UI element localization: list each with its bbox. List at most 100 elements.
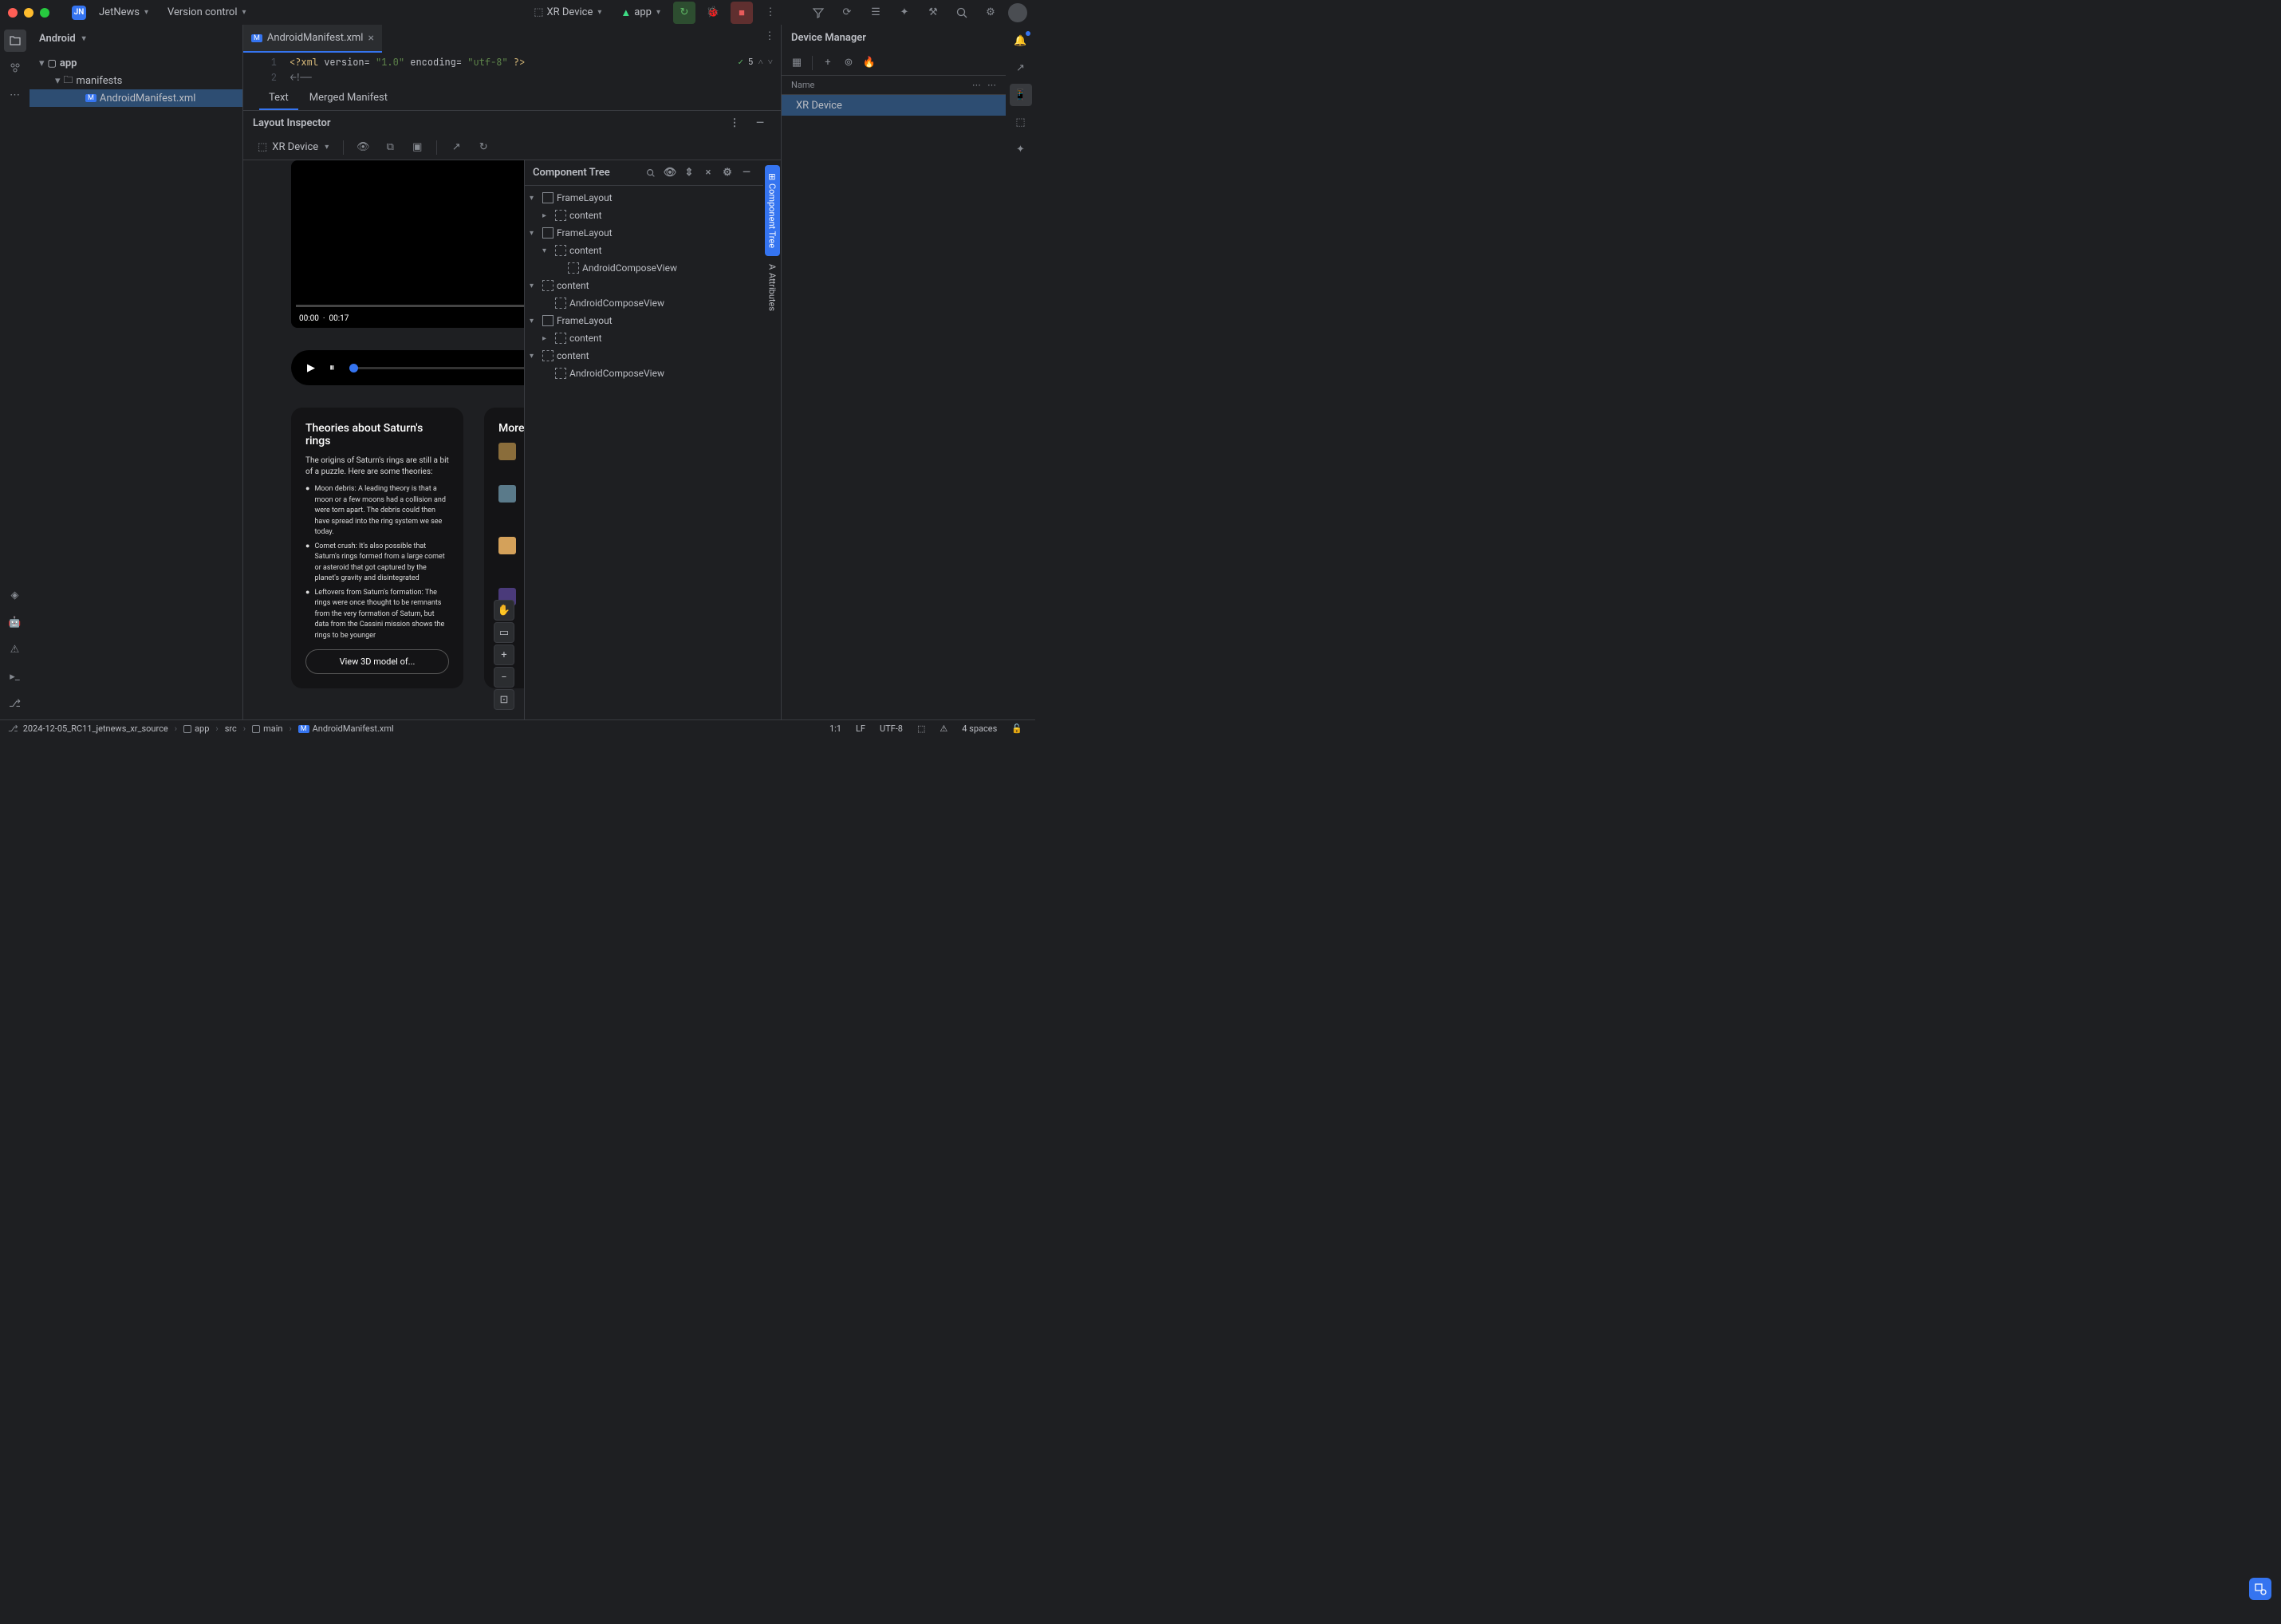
device-selector[interactable]: ⬚ XR Device ▾ — [527, 3, 608, 22]
expand-toggle[interactable]: ▾ — [530, 317, 539, 325]
ct-collapse[interactable]: × — [699, 164, 717, 182]
expand-toggle[interactable]: ▾ — [39, 57, 45, 69]
play-icon[interactable]: ▶ — [307, 362, 315, 374]
breadcrumb[interactable]: MAndroidManifest.xml — [298, 723, 394, 734]
stop-button[interactable]: ■ — [731, 2, 753, 24]
tree-item-manifest-file[interactable]: M AndroidManifest.xml — [30, 89, 242, 107]
emulator-button[interactable]: ⬚ — [1010, 111, 1032, 133]
problem-indicators[interactable]: ✓ 5 ˄ ˅ — [738, 55, 773, 70]
ai-button[interactable]: ✦ — [1010, 138, 1032, 160]
component-tree-item[interactable]: AndroidComposeView — [525, 259, 763, 277]
fit-button[interactable]: ⊡ — [494, 689, 514, 710]
article-item[interactable]: What Happens if the Sun Dies? Article an… — [498, 537, 524, 579]
component-tree-item[interactable]: ▾content — [525, 277, 763, 294]
down-arrow-icon[interactable]: ˅ — [768, 55, 773, 70]
rerun-button[interactable]: ↻ — [673, 2, 695, 24]
database-button[interactable]: ◈ — [4, 584, 26, 606]
sub-tab-text[interactable]: Text — [259, 87, 298, 110]
search-button[interactable] — [951, 2, 973, 24]
overlay-button[interactable]: ⧉ — [379, 136, 401, 159]
editor-tab[interactable]: M AndroidManifest.xml × — [243, 25, 382, 53]
ct-search[interactable] — [642, 164, 660, 182]
user-avatar[interactable] — [1008, 3, 1027, 22]
tree-item-manifests[interactable]: ▾ 🗀 manifests — [30, 72, 242, 89]
terminal-button[interactable]: ▸_ — [4, 665, 26, 688]
up-arrow-icon[interactable]: ˄ — [758, 55, 763, 70]
breadcrumb[interactable]: main — [252, 723, 282, 734]
line-ending[interactable]: LF — [851, 723, 870, 734]
component-tree-item[interactable]: ▾content — [525, 242, 763, 259]
expand-toggle[interactable]: ▾ — [530, 282, 539, 290]
floating-action-button[interactable] — [2249, 1578, 2271, 1600]
inspector-options[interactable]: ⋮ — [723, 112, 746, 134]
sync-button[interactable]: ⟳ — [836, 2, 858, 24]
zoom-out-button[interactable]: − — [494, 667, 514, 688]
lock-status[interactable]: 🔓 — [1007, 723, 1027, 734]
zoom-in-button[interactable]: + — [494, 644, 514, 665]
project-selector[interactable]: JetNews ▾ — [93, 3, 155, 22]
maximize-window[interactable] — [40, 8, 49, 18]
editor-body[interactable]: 1 2 ✓ 5 ˄ ˅ <?xml version= "1.0" — [243, 53, 781, 86]
more-actions[interactable]: ⋮ — [759, 2, 782, 24]
close-window[interactable] — [8, 8, 18, 18]
device-row[interactable]: XR Device — [782, 95, 1006, 116]
debug-button[interactable]: 🐞 — [702, 2, 724, 24]
video-timeline[interactable] — [296, 305, 524, 307]
ct-expand[interactable]: ⇕ — [680, 164, 698, 182]
indent-info[interactable]: 4 spaces — [957, 723, 1002, 734]
select-button[interactable]: ▭ — [494, 622, 514, 643]
minimize-button[interactable]: — — [749, 112, 771, 134]
dm-fire[interactable]: 🔥 — [861, 54, 878, 72]
component-tree-item[interactable]: ▸content — [525, 329, 763, 347]
minimize-window[interactable] — [24, 8, 33, 18]
expand-toggle[interactable]: ▾ — [530, 229, 539, 238]
export-button[interactable]: ↗ — [445, 136, 467, 159]
status-warning[interactable]: ⚠ — [935, 723, 952, 734]
code-area[interactable]: ✓ 5 ˄ ˅ <?xml version= "1.0" encoding= "… — [290, 53, 781, 86]
audio-thumb[interactable] — [349, 364, 358, 372]
cursor-position[interactable]: 1:1 — [825, 723, 846, 734]
settings-button[interactable]: ⚙ — [979, 2, 1002, 24]
expand-toggle[interactable]: ▾ — [530, 194, 539, 203]
component-tree-item[interactable]: ▾content — [525, 347, 763, 365]
vcs-selector[interactable]: Version control ▾ — [161, 3, 253, 22]
vcs-tool-button[interactable]: ⎇ — [4, 692, 26, 715]
expand-toggle[interactable]: ▸ — [542, 211, 552, 220]
git-branch[interactable]: 2024-12-05_RC11_jetnews_xr_source — [23, 723, 168, 734]
expand-toggle[interactable]: ▸ — [542, 334, 552, 343]
component-tree-item[interactable]: ▾FrameLayout — [525, 189, 763, 207]
snapshot-button[interactable]: ▣ — [406, 136, 428, 159]
editor-options[interactable]: ⋮ — [758, 25, 781, 47]
problems-button[interactable]: ⚠ — [4, 638, 26, 660]
audio-progress[interactable] — [349, 367, 525, 369]
project-scope-label[interactable]: Android — [39, 33, 76, 45]
tree-item-app[interactable]: ▾ ▢ app — [30, 54, 242, 72]
structure-tool-button[interactable] — [4, 57, 26, 79]
pan-button[interactable]: ✋ — [494, 600, 514, 621]
ct-settings[interactable]: ⚙ — [719, 164, 736, 182]
filter-icon-button[interactable] — [807, 2, 829, 24]
dm-add[interactable]: + — [819, 54, 837, 72]
breadcrumb[interactable]: src — [225, 723, 237, 734]
chevron-down-icon[interactable]: ▾ — [82, 34, 86, 43]
build-button[interactable]: ⚒ — [922, 2, 944, 24]
run-config-selector[interactable]: ▲ app ▾ — [614, 3, 667, 22]
device-manager-button[interactable]: 📱 — [1010, 84, 1032, 106]
video-player[interactable]: 00:00 · 00:17 ⚙ — [291, 160, 524, 328]
pause-icon[interactable]: ⏸ — [329, 362, 335, 374]
article-item[interactable]: Saturn: The Lord of the Rings Article an… — [498, 485, 524, 527]
dm-grid[interactable]: ▦ — [788, 54, 806, 72]
component-tree-item[interactable]: ▸content — [525, 207, 763, 224]
component-tree-tab[interactable]: ⊞ Component Tree — [765, 165, 780, 256]
more-tools-button[interactable]: ⋯ — [4, 84, 26, 106]
component-tree-item[interactable]: AndroidComposeView — [525, 365, 763, 382]
resource-button[interactable]: 🤖 — [4, 611, 26, 633]
encoding[interactable]: UTF-8 — [875, 723, 908, 734]
component-tree-item[interactable]: ▾FrameLayout — [525, 312, 763, 329]
component-tree-item[interactable]: AndroidComposeView — [525, 294, 763, 312]
attributes-tab[interactable]: A Attributes — [765, 256, 780, 319]
status-indicator[interactable]: ⬚ — [912, 723, 930, 734]
article-item[interactable]: Mars: Our Next Home? Article and images … — [498, 443, 524, 475]
project-tool-button[interactable] — [4, 30, 26, 52]
close-tab-icon[interactable]: × — [368, 32, 373, 45]
